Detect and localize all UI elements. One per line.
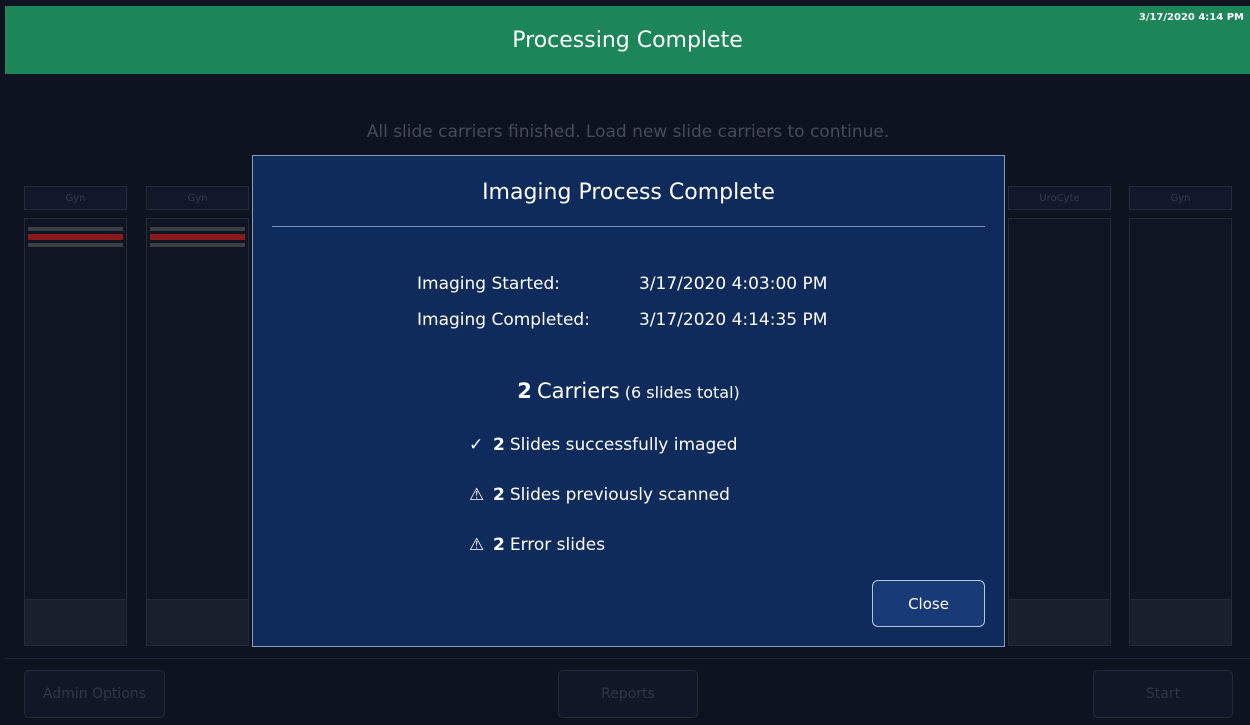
carrier-slot-6: Gyn bbox=[1129, 186, 1232, 646]
warning-icon: ⚠ bbox=[469, 535, 485, 555]
start-button[interactable]: Start bbox=[1093, 670, 1233, 718]
carriers-count: 2 bbox=[517, 379, 532, 403]
imaging-started-row: Imaging Started: 3/17/2020 4:03:00 PM bbox=[417, 274, 827, 294]
carrier-footer bbox=[147, 599, 248, 645]
stat-text: Slides successfully imaged bbox=[509, 435, 738, 455]
carrier-body bbox=[24, 218, 127, 646]
slide-strip bbox=[150, 243, 245, 247]
carrier-label: Gyn bbox=[1129, 186, 1232, 210]
imaging-started-label: Imaging Started: bbox=[417, 274, 560, 294]
carrier-body bbox=[1008, 218, 1111, 646]
clock-timestamp: 3/17/2020 4:14 PM bbox=[1138, 12, 1244, 23]
stat-count: 2 bbox=[493, 485, 505, 505]
title-bar: Processing Complete 3/17/2020 4:14 PM bbox=[5, 6, 1250, 74]
imaging-completed-row: Imaging Completed: 3/17/2020 4:14:35 PM bbox=[417, 310, 827, 330]
stat-count: 2 bbox=[493, 435, 505, 455]
footer-divider bbox=[5, 658, 1250, 659]
admin-options-button[interactable]: Admin Options bbox=[24, 670, 165, 718]
stat-text: Slides previously scanned bbox=[509, 485, 730, 505]
check-icon: ✓ bbox=[469, 435, 484, 455]
reports-button[interactable]: Reports bbox=[558, 670, 698, 718]
stat-previously-scanned: ⚠ 2 Slides previously scanned bbox=[469, 485, 730, 505]
carrier-slot-5: UroCyte bbox=[1008, 186, 1111, 646]
carrier-footer bbox=[1130, 599, 1231, 645]
carrier-label: Gyn bbox=[24, 186, 127, 210]
error-slide-strip bbox=[150, 234, 245, 240]
close-button[interactable]: Close bbox=[872, 580, 985, 627]
imaging-complete-dialog: Imaging Process Complete Imaging Started… bbox=[252, 155, 1005, 647]
carriers-summary: 2 Carriers (6 slides total) bbox=[253, 379, 1004, 403]
carriers-word: Carriers bbox=[536, 379, 620, 403]
dialog-title-divider bbox=[272, 226, 985, 227]
page-title: Processing Complete bbox=[512, 27, 743, 53]
carrier-label: Gyn bbox=[146, 186, 249, 210]
stat-text: Error slides bbox=[509, 535, 606, 555]
carriers-finished-message: All slide carriers finished. Load new sl… bbox=[366, 122, 890, 142]
slide-strip bbox=[28, 243, 123, 247]
slide-strip bbox=[28, 227, 123, 231]
carrier-slot-2: Gyn bbox=[146, 186, 249, 646]
stat-error-slides: ⚠ 2 Error slides bbox=[469, 535, 605, 555]
slide-strip bbox=[150, 227, 245, 231]
dialog-title: Imaging Process Complete bbox=[482, 180, 775, 205]
imaging-completed-label: Imaging Completed: bbox=[417, 310, 590, 330]
carrier-label: UroCyte bbox=[1008, 186, 1111, 210]
carrier-slot-1: Gyn bbox=[24, 186, 127, 646]
carrier-footer bbox=[25, 599, 126, 645]
warning-icon: ⚠ bbox=[469, 485, 485, 505]
carrier-body bbox=[146, 218, 249, 646]
error-slide-strip bbox=[28, 234, 123, 240]
carrier-body bbox=[1129, 218, 1232, 646]
imaging-completed-value: 3/17/2020 4:14:35 PM bbox=[639, 310, 828, 330]
imaging-started-value: 3/17/2020 4:03:00 PM bbox=[639, 274, 828, 294]
slides-total: (6 slides total) bbox=[624, 383, 740, 402]
stat-count: 2 bbox=[493, 535, 505, 555]
carrier-footer bbox=[1009, 599, 1110, 645]
stat-imaged: ✓ 2 Slides successfully imaged bbox=[469, 435, 738, 455]
